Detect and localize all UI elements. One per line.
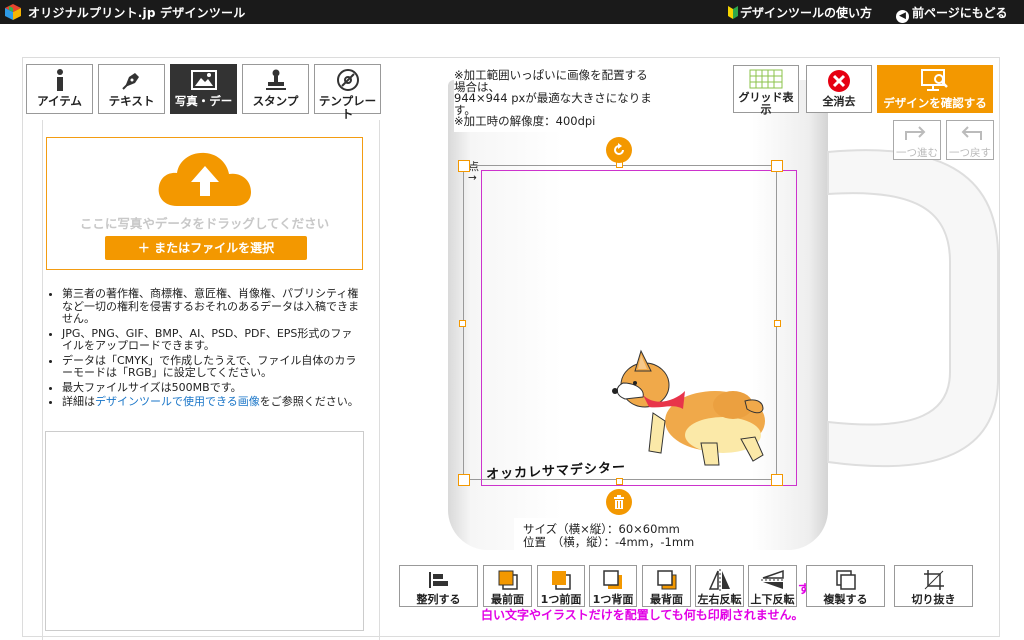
confirm-design-button[interactable]: デザインを確認する [877,65,993,113]
bring-forward-button[interactable]: 1つ前面 [537,565,585,607]
note-color-mode: データは「CMYK」で作成したうえで、ファイル自体のカラーモードは「RGB」に設… [62,354,360,380]
bring-to-front-button[interactable]: 最前面 [483,565,532,607]
send-backward-icon [590,566,636,594]
flip-horizontal-button[interactable]: 左右反転 [695,565,744,607]
top-bar: オリジナルプリント.jp デザインツール デザインツールの使い方 ◀ 前ページにも… [0,0,1024,24]
resize-handle-bottom-right[interactable] [771,474,783,486]
back-link[interactable]: ◀ 前ページにもどる [896,4,1008,23]
undo-label: 一つ戻す [949,147,991,159]
stamp-icon [243,65,308,95]
align-button[interactable]: 整列する [399,565,478,607]
tab-item-label: アイテム [37,95,82,108]
monitor-search-icon [877,65,993,95]
confirm-design-label: デザインを確認する [883,96,987,110]
tab-template-label: テンプレー [318,95,377,108]
mug-handle [827,149,999,468]
duplicate-icon [807,566,884,594]
bring-front-icon [484,566,531,594]
align-label: 整列する [416,593,461,606]
flip-vertical-icon [749,566,796,594]
delete-handle[interactable] [606,489,632,515]
grid-icon [734,66,798,92]
cloud-upload-icon [158,152,251,206]
note-details: 詳細はデザインツールで使用できる画像をご参照ください。 [62,395,360,409]
resize-handle-top-right[interactable] [771,160,783,172]
rotate-handle[interactable] [606,137,632,163]
size-position-info: サイズ（横×縦）：60×60mm 位置 （横，縦）：-4mm，-1mm [514,518,724,554]
send-back-icon [643,566,690,594]
corgi-illustration [612,349,765,466]
align-icon [400,566,477,594]
logo-cube-icon [5,4,21,20]
back-arrow-icon: ◀ [896,10,909,23]
help-link-label: デザインツールの使い方 [740,6,873,20]
image-icon [171,65,236,95]
tab-template[interactable]: テンプレー ト [314,64,381,121]
note-details-suffix: をご参照ください。 [259,395,359,408]
send-backward-button[interactable]: 1つ背面 [589,565,637,607]
resize-handle-right[interactable] [774,320,781,327]
rotate-icon [614,143,624,155]
crop-label: 切り抜き [911,593,956,606]
note-copyright: 第三者の著作権、商標権、意匠権、肖像権、パブリシティ権など一切の権利を侵害するお… [62,287,360,326]
bring-forward-icon [538,566,584,594]
grid-toggle-button[interactable]: グリッド表 示 [733,65,799,116]
tab-stamp[interactable]: スタンプ [242,64,309,114]
clear-all-button[interactable]: 全消去 [806,65,872,113]
note-max-size: 最大ファイルサイズは500MBです。 [62,381,360,395]
info-icon [27,65,92,95]
flip-vertical-button[interactable]: 上下反転 [748,565,797,607]
flip-horizontal-icon [696,566,743,594]
duplicate-button[interactable]: 複製する [806,565,885,607]
flip-vertical-label: 上下反転 [750,593,795,606]
beginner-mark-icon [728,6,738,19]
grid-toggle-label-2: 示 [760,103,772,116]
resize-handle-left[interactable] [459,320,466,327]
bring-forward-label: 1つ前面 [540,593,582,606]
tab-photo-data[interactable]: 写真・デー [170,64,237,114]
flip-horizontal-label: 左右反転 [697,593,742,606]
clear-all-label: 全消去 [822,95,856,108]
redo-label: 一つ進む [896,147,938,159]
note-formats: JPG、PNG、GIF、BMP、AI、PSD、PDF、EPS形式のファイルをアッ… [62,327,360,353]
clear-icon [807,66,871,96]
send-backward-label: 1つ背面 [592,593,634,606]
position-readout: 位置 （横，縦）：-4mm，-1mm [523,535,695,549]
white-print-warning: 白い文字やイラストだけを配置しても何も印刷されません。 [481,608,804,622]
help-link[interactable]: デザインツールの使い方 [728,4,872,21]
drop-instruction: ここに写真やデータをドラッグしてください [79,216,330,231]
bring-to-front-label: 最前面 [491,593,524,606]
trash-icon [614,495,624,509]
duplicate-label: 複製する [823,593,868,606]
template-icon [315,65,380,95]
send-to-back-button[interactable]: 最背面 [642,565,691,607]
note-details-prefix: 詳細は [62,395,95,408]
usable-images-link[interactable]: デザインツールで使用できる画像 [95,395,260,408]
tab-item[interactable]: アイテム [26,64,93,114]
upload-dropzone[interactable]: ここに写真やデータをドラッグしてください ＋ またはファイルを選択 [46,137,363,270]
back-link-label: 前ページにもどる [912,6,1008,20]
select-file-button[interactable]: ＋ またはファイルを選択 [105,236,307,260]
redo-button[interactable]: 一つ進む [893,120,941,160]
tab-stamp-label: スタンプ [252,95,299,108]
info-line-3: 944×944 pxが最適な大きさになりま [454,91,652,105]
crop-button[interactable]: 切り抜き [894,565,973,607]
upload-notes: 第三者の著作権、商標権、意匠権、肖像権、パブリシティ権など一切の権利を侵害するお… [44,287,360,411]
redo-icon [894,121,940,145]
tab-photo-data-label: 写真・デー [174,95,233,108]
info-line-5: ※加工時の解像度：400dpi [454,114,596,128]
undo-icon [947,121,993,145]
crop-icon [895,566,972,594]
pen-icon [99,65,164,95]
tab-text[interactable]: テキスト [98,64,165,114]
resize-handle-top-left[interactable] [458,160,470,172]
tab-text-label: テキスト [108,95,155,108]
uploaded-images-list[interactable] [45,431,364,631]
site-title: オリジナルプリント.jp デザインツール [28,6,246,20]
send-to-back-label: 最背面 [650,593,683,606]
undo-button[interactable]: 一つ戻す [946,120,994,160]
resize-handle-bottom[interactable] [616,478,623,485]
resize-handle-bottom-left[interactable] [458,474,470,486]
print-area-info: ※加工範囲いっぱいに画像を配置する 場合は、 944×944 pxが最適な大きさ… [454,69,679,132]
